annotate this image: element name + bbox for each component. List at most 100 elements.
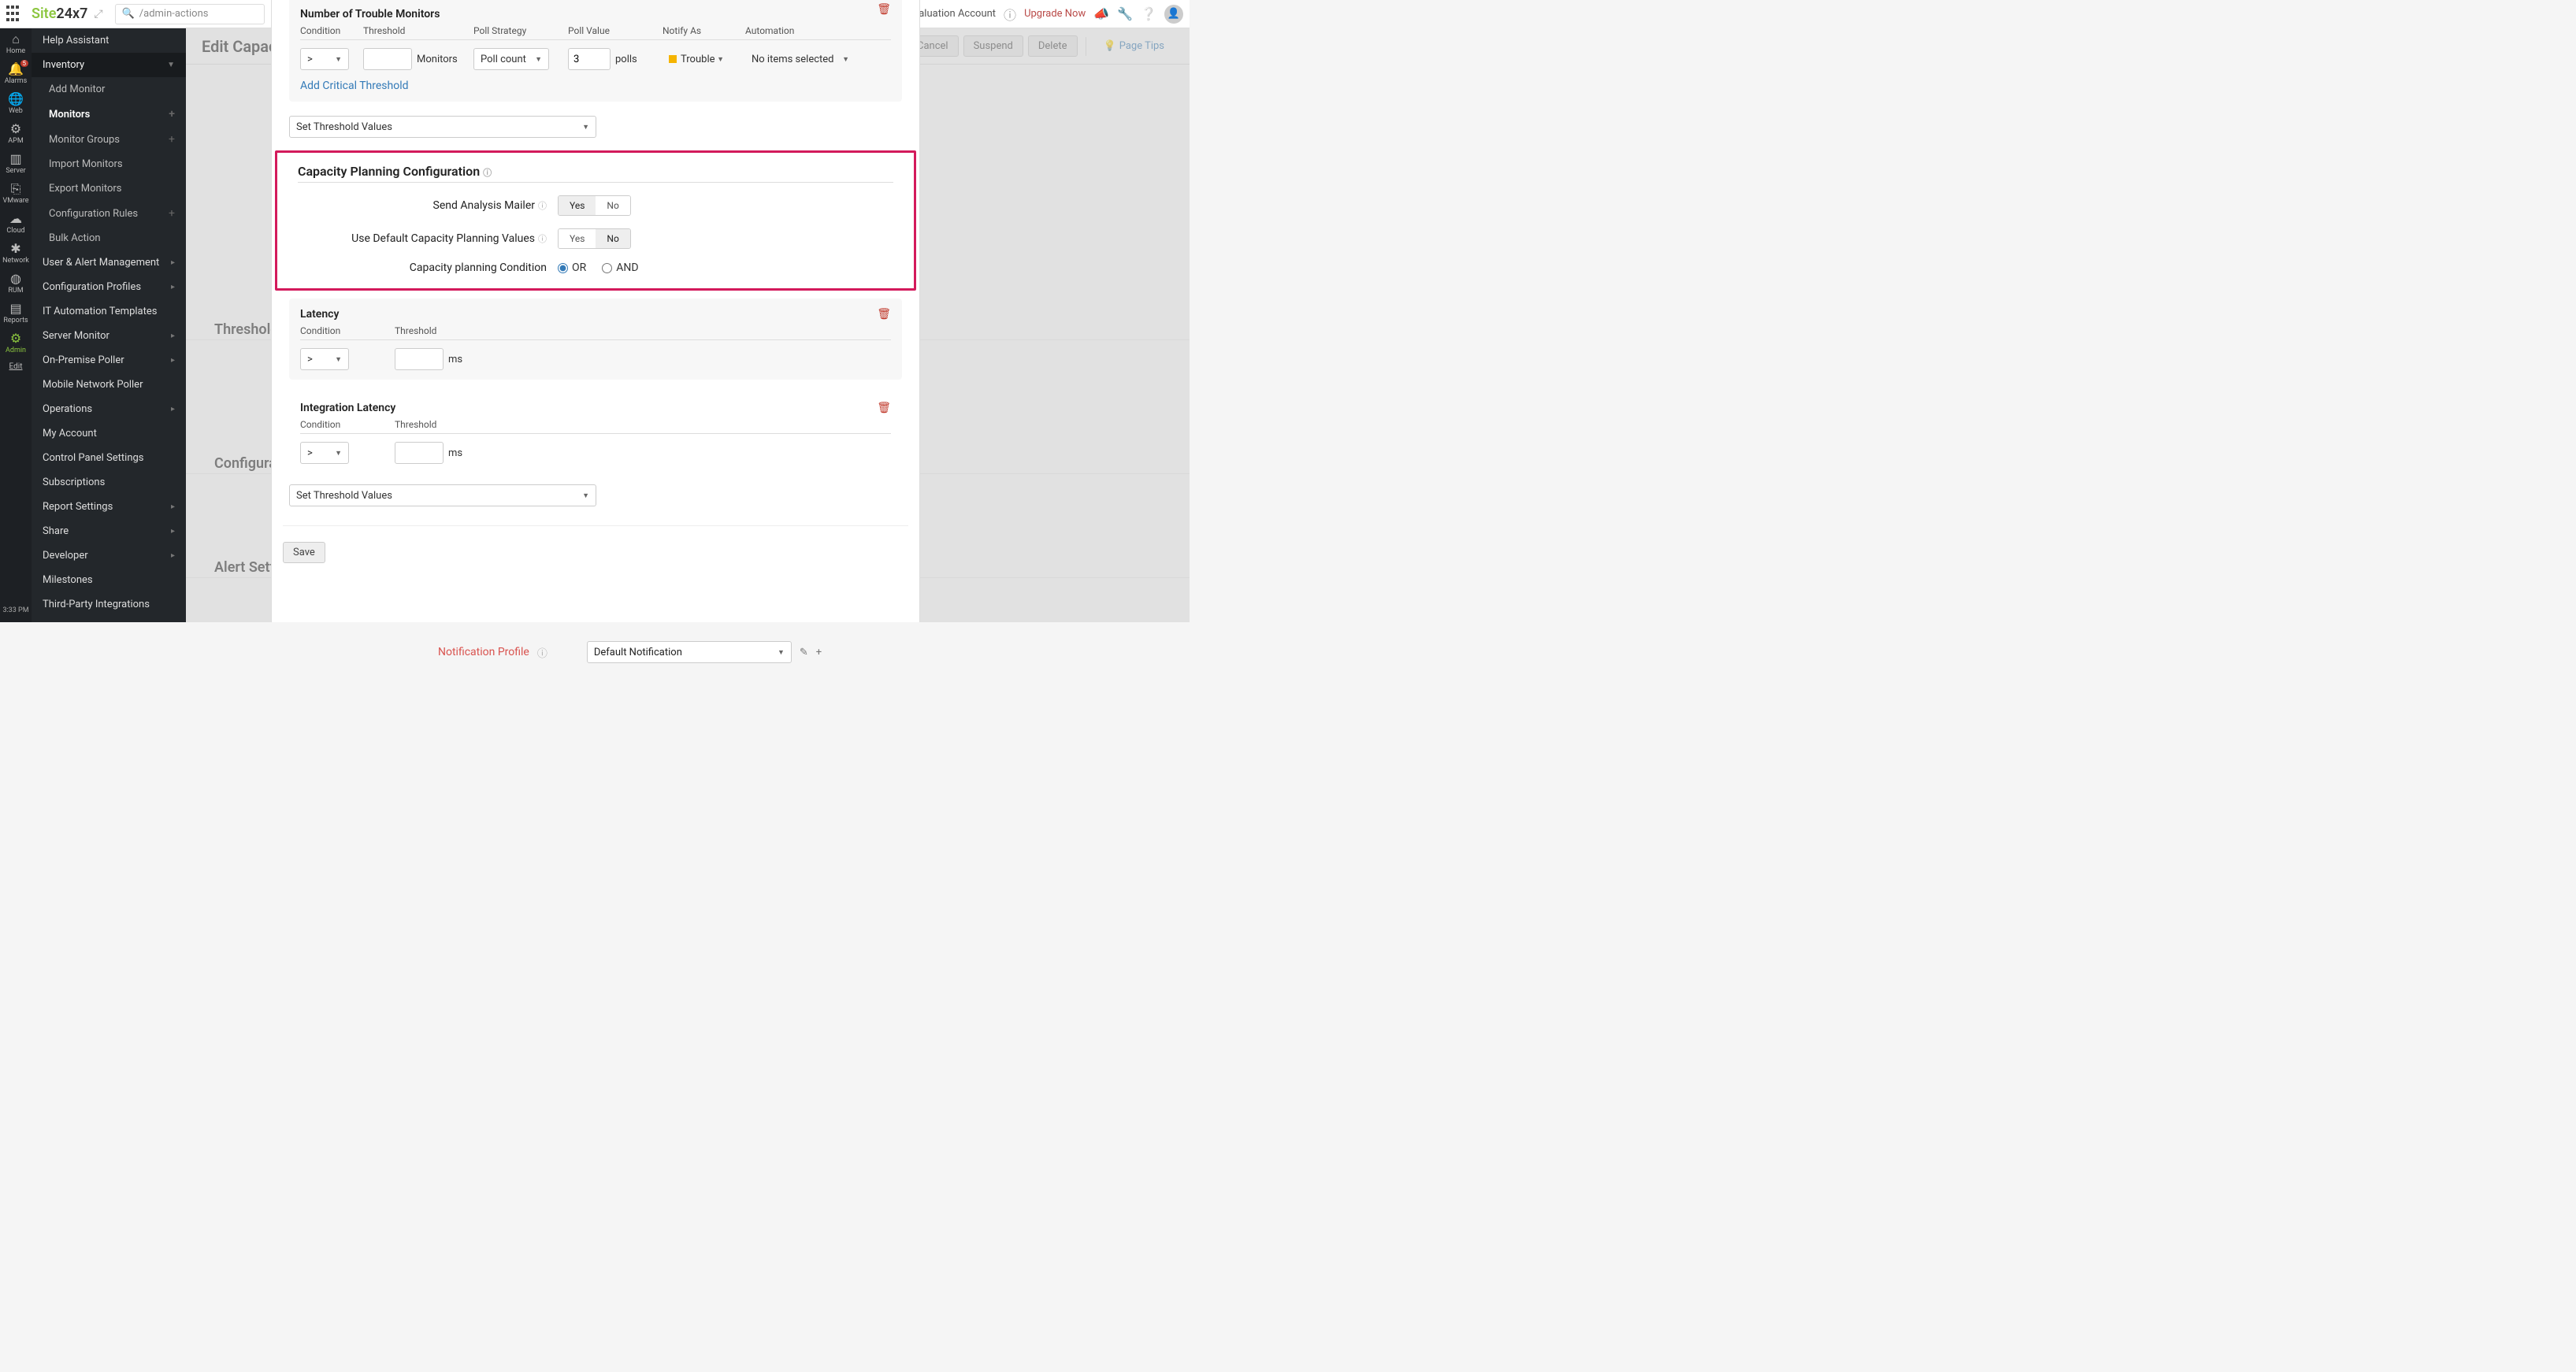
cap-cond-and[interactable]: AND (602, 261, 638, 274)
latency-cond-select[interactable]: >▼ (300, 348, 349, 370)
info-icon[interactable]: ⓘ (538, 201, 547, 211)
info-icon[interactable]: ⓘ (538, 234, 547, 244)
rail-rum[interactable]: ◍RUM (0, 268, 32, 298)
modal-save-button[interactable]: Save (283, 542, 325, 563)
plus-icon[interactable]: + (169, 108, 175, 121)
poll-value-input[interactable] (568, 48, 611, 70)
sn-export-monitors[interactable]: Export Monitors (32, 176, 186, 201)
sn-share[interactable]: Share▸ (32, 519, 186, 543)
suspend-button[interactable]: Suspend (963, 35, 1023, 57)
rail-cloud[interactable]: ☁Cloud (0, 208, 32, 238)
trouble-col-headers: Condition Threshold Poll Strategy Poll V… (300, 25, 891, 40)
upgrade-link[interactable]: Upgrade Now (1024, 8, 1086, 20)
info-icon[interactable]: ⓘ (1004, 5, 1016, 24)
sn-subscriptions[interactable]: Subscriptions (32, 470, 186, 495)
use-default-toggle[interactable]: YesNo (558, 228, 631, 249)
rail-alarms[interactable]: 🔔5Alarms (0, 58, 32, 88)
gear-icon: ⚙ (0, 332, 32, 345)
int-latency-threshold-input[interactable] (395, 442, 444, 464)
sn-import-monitors[interactable]: Import Monitors (32, 152, 186, 176)
sn-help-assistant[interactable]: Help Assistant (32, 28, 186, 53)
trouble-color-icon (669, 55, 677, 63)
sn-inventory-header[interactable]: Inventory▼ (32, 53, 186, 77)
logo[interactable]: Site24x7 (32, 6, 87, 22)
sn-monitors[interactable]: Monitors+ (32, 102, 186, 127)
latency-threshold-input[interactable] (395, 348, 444, 370)
trash-icon[interactable]: 🗑 (877, 3, 891, 16)
sn-config-rules[interactable]: Configuration Rules+ (32, 201, 186, 226)
notif-profile-select[interactable]: Default Notification▼ (587, 641, 792, 663)
plus-icon[interactable]: + (169, 207, 175, 220)
condition-select[interactable]: >▼ (300, 48, 349, 70)
int-latency-col-headers: Condition Threshold (300, 419, 891, 434)
rail-server[interactable]: ▥Server (0, 148, 32, 178)
rail-reports[interactable]: ▤Reports (0, 298, 32, 328)
notify-as-select[interactable]: Trouble▼ (663, 48, 730, 70)
sn-operations[interactable]: Operations▸ (32, 397, 186, 421)
rail-admin[interactable]: ⚙Admin (0, 328, 32, 358)
expand-icon[interactable]: ⤢ (94, 8, 102, 20)
radio-or[interactable] (558, 263, 568, 273)
account-type-label: Evaluation Account (908, 8, 996, 20)
automation-select[interactable]: No items selected▼ (745, 48, 856, 70)
sn-user-alert[interactable]: User & Alert Management▸ (32, 250, 186, 275)
set-threshold-select-1[interactable]: Set Threshold Values▼ (289, 116, 596, 138)
rail-time: 3:33 PM (2, 606, 28, 622)
announce-icon[interactable]: 📣 (1093, 6, 1109, 21)
poll-strategy-select[interactable]: Poll count▼ (473, 48, 549, 70)
send-mailer-toggle[interactable]: YesNo (558, 195, 631, 216)
rail-vmware[interactable]: ⎘VMware (0, 178, 32, 208)
chevron-down-icon: ▼ (582, 123, 589, 132)
rail-home[interactable]: ⌂Home (0, 28, 32, 58)
trash-icon[interactable]: 🗑 (877, 308, 891, 321)
delete-button[interactable]: Delete (1028, 35, 1078, 57)
help-icon[interactable]: ❔ (1141, 6, 1156, 21)
apps-grid-icon[interactable] (6, 6, 24, 23)
network-icon: ✱ (0, 243, 32, 255)
cap-cond-or[interactable]: OR (558, 261, 586, 274)
vmware-icon: ⎘ (0, 183, 32, 195)
sn-server-monitor[interactable]: Server Monitor▸ (32, 324, 186, 348)
rail-apm[interactable]: ⚙APM (0, 118, 32, 148)
sn-bulk-action[interactable]: Bulk Action (32, 226, 186, 250)
reports-icon: ▤ (0, 302, 32, 315)
rail-web[interactable]: 🌐Web (0, 88, 32, 118)
int-latency-cond-select[interactable]: >▼ (300, 442, 349, 464)
chevron-right-icon: ▸ (171, 405, 175, 413)
edit-icon[interactable]: ✎ (800, 647, 808, 658)
info-icon[interactable]: ⓘ (483, 168, 492, 178)
sn-report-settings[interactable]: Report Settings▸ (32, 495, 186, 519)
server-icon: ▥ (0, 153, 32, 165)
trash-icon[interactable]: 🗑 (877, 402, 891, 414)
sn-monitor-groups[interactable]: Monitor Groups+ (32, 127, 186, 152)
sn-thirdparty[interactable]: Third-Party Integrations (32, 592, 186, 617)
avatar[interactable]: 👤 (1164, 5, 1183, 24)
sn-onprem-poller[interactable]: On-Premise Poller▸ (32, 348, 186, 373)
plus-icon[interactable]: + (169, 133, 175, 146)
sn-developer[interactable]: Developer▸ (32, 543, 186, 568)
page-tips-link[interactable]: 💡Page Tips (1094, 36, 1174, 56)
int-latency-title: Integration Latency (300, 402, 891, 414)
search-input[interactable]: 🔍 /admin-actions (115, 4, 265, 24)
chevron-down-icon: ▼ (842, 55, 849, 64)
sn-mobile-poller[interactable]: Mobile Network Poller (32, 373, 186, 397)
add-critical-link[interactable]: Add Critical Threshold (300, 80, 409, 92)
sn-it-automation[interactable]: IT Automation Templates (32, 299, 186, 324)
radio-and[interactable] (602, 263, 612, 273)
sn-cmdb[interactable]: CMDB IntegrationPvt (32, 617, 186, 622)
globe-icon: 🌐 (0, 93, 32, 106)
sn-milestones[interactable]: Milestones (32, 568, 186, 592)
capacity-title: Capacity Planning Configurationⓘ (298, 164, 893, 179)
set-threshold-select-2[interactable]: Set Threshold Values▼ (289, 484, 596, 506)
sn-my-account[interactable]: My Account (32, 421, 186, 446)
rail-network[interactable]: ✱Network (0, 238, 32, 268)
lightbulb-icon: 💡 (1104, 40, 1116, 52)
threshold-input[interactable] (363, 48, 412, 70)
wrench-icon[interactable]: 🔧 (1117, 6, 1133, 21)
rail-edit-link[interactable]: Edit (0, 358, 32, 374)
plus-icon[interactable]: + (816, 647, 822, 658)
sn-cp-settings[interactable]: Control Panel Settings (32, 446, 186, 470)
sn-add-monitor[interactable]: Add Monitor (32, 77, 186, 102)
sn-config-profiles[interactable]: Configuration Profiles▸ (32, 275, 186, 299)
trouble-title: Number of Trouble Monitors (300, 8, 891, 20)
